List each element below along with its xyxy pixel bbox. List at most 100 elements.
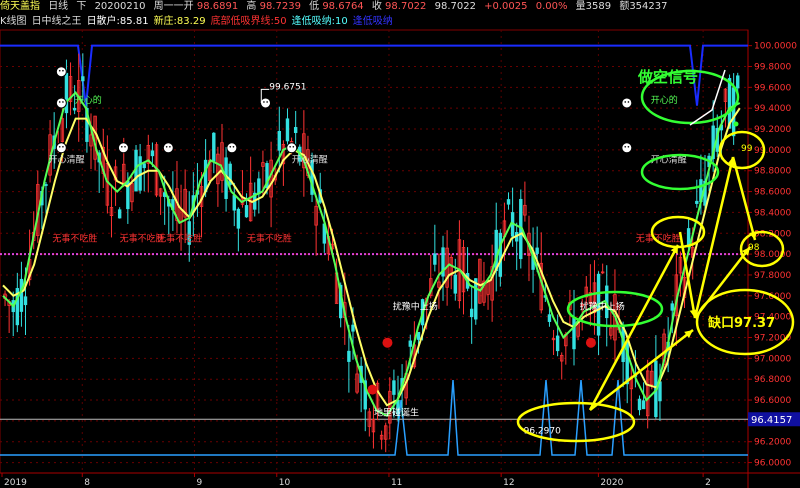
- x-tick-label: 12: [503, 478, 514, 488]
- signal-dot: [382, 337, 393, 348]
- candle-body: [555, 335, 560, 352]
- candle-body: [641, 400, 646, 410]
- candlestick-chart: 100.0000 99.8000 99.6000 99.4000 99.2000 99.0…: [0, 29, 800, 488]
- candle-body: [498, 232, 503, 277]
- y-tick-label: 96.2000: [754, 438, 791, 448]
- candle-body: [277, 131, 281, 151]
- smiley-eye: [62, 101, 64, 103]
- candle-body: [695, 200, 699, 204]
- candle-body: [637, 398, 642, 411]
- smiley-eye: [58, 145, 61, 148]
- chart-label: 扰豫中上扬: [393, 300, 438, 312]
- smiley-eye: [121, 145, 123, 148]
- smiley-eye: [229, 145, 232, 148]
- annot-arrow: [589, 329, 694, 411]
- smiley-icon: [260, 97, 272, 109]
- smiley-eye: [58, 101, 61, 103]
- chart-label: 开心的: [651, 94, 678, 106]
- smiley-eye: [58, 69, 61, 72]
- chart-label: 99.6751: [269, 82, 306, 92]
- smiley-eye: [62, 69, 64, 72]
- candle-body: [72, 107, 77, 111]
- signal-dot: [585, 337, 596, 348]
- smiley-icon: [162, 142, 174, 154]
- x-tick-label: 2019: [4, 478, 27, 488]
- y-tick-label: 99.6000: [754, 83, 791, 93]
- y-tick-label: 96.8000: [754, 375, 791, 385]
- candle-body: [736, 75, 740, 89]
- smiley-eye: [62, 145, 64, 148]
- smiley-eye: [624, 145, 627, 148]
- smiley-icon: [621, 142, 633, 154]
- candle-body: [23, 296, 28, 306]
- top-signal-line: [0, 44, 748, 106]
- candle-body: [494, 229, 498, 272]
- candle-body: [351, 324, 355, 332]
- candle-body: [469, 308, 474, 318]
- candle-body: [731, 87, 736, 137]
- smiley-eye: [289, 145, 291, 148]
- candle-body: [416, 331, 421, 340]
- candle-body: [117, 209, 122, 219]
- y-tick-label: 100.0000: [754, 42, 797, 52]
- smiley-eye: [124, 145, 126, 148]
- candle-body: [81, 76, 85, 82]
- smiley-eye: [169, 145, 171, 148]
- smiley-icon: [226, 142, 238, 154]
- signal-dot-small: [733, 121, 739, 127]
- candle-body: [293, 127, 298, 134]
- x-tick-label: 11: [391, 478, 402, 488]
- y-tick-label: 99.0000: [754, 146, 791, 156]
- smiley-eye: [232, 145, 235, 148]
- signal-dot: [367, 384, 378, 395]
- candle-body: [142, 163, 146, 169]
- candle-body: [506, 199, 511, 205]
- y-tick-label: 98.0000: [754, 250, 791, 260]
- y-tick-label: 99.8000: [754, 62, 791, 72]
- x-tick-label: 8: [84, 478, 90, 488]
- chart-label: 开心的: [75, 94, 102, 106]
- current-price-label: 96.4157: [751, 415, 792, 426]
- chart-label: 开心清醒: [49, 153, 85, 165]
- x-tick-label: 2020: [600, 478, 623, 488]
- y-tick-label: 98.6000: [754, 188, 791, 198]
- smiley-icon: [55, 66, 67, 78]
- candle-body: [535, 247, 539, 254]
- candle-body: [64, 72, 69, 114]
- candle-body: [285, 118, 290, 142]
- chart-label: 地里碰诞生: [374, 407, 419, 419]
- candle-body: [212, 132, 216, 162]
- smiley-eye: [266, 101, 268, 103]
- y-tick-label: 97.8000: [754, 271, 791, 281]
- chart-label: 开心清醒: [292, 153, 328, 165]
- candle-body: [150, 150, 155, 157]
- chart-label: 96.2970: [524, 426, 561, 436]
- short-signal-title: 做空信号: [637, 68, 698, 86]
- candle-body: [19, 278, 24, 312]
- candle-body: [232, 195, 236, 211]
- y-tick-label: 97.0000: [754, 354, 791, 364]
- y-tick-label: 98.8000: [754, 167, 791, 177]
- gap-label: 缺口97.37: [707, 315, 775, 331]
- smiley-eye: [627, 101, 630, 103]
- x-tick-label: 10: [279, 478, 291, 488]
- y-tick-label: 99.4000: [754, 104, 791, 114]
- candle-body: [44, 184, 48, 186]
- chart-label: 无事不吃胜: [52, 233, 97, 245]
- smiley-eye: [292, 145, 295, 148]
- candle-body: [433, 253, 437, 265]
- candle-body: [572, 317, 576, 350]
- candle-body: [244, 205, 249, 218]
- smiley-eye: [165, 145, 168, 148]
- candle-body: [474, 278, 478, 320]
- smiley-eye: [624, 101, 627, 103]
- candle-body: [453, 274, 458, 294]
- candle-body: [547, 314, 552, 322]
- candle-body: [257, 178, 261, 195]
- annot-arrow: [588, 244, 680, 411]
- chart-label: 无事不吃胜: [247, 233, 292, 245]
- candle-body: [408, 340, 412, 347]
- smiley-icon: [55, 142, 67, 154]
- smiley-icon: [117, 142, 129, 154]
- y-tick-label: 96.6000: [754, 396, 791, 406]
